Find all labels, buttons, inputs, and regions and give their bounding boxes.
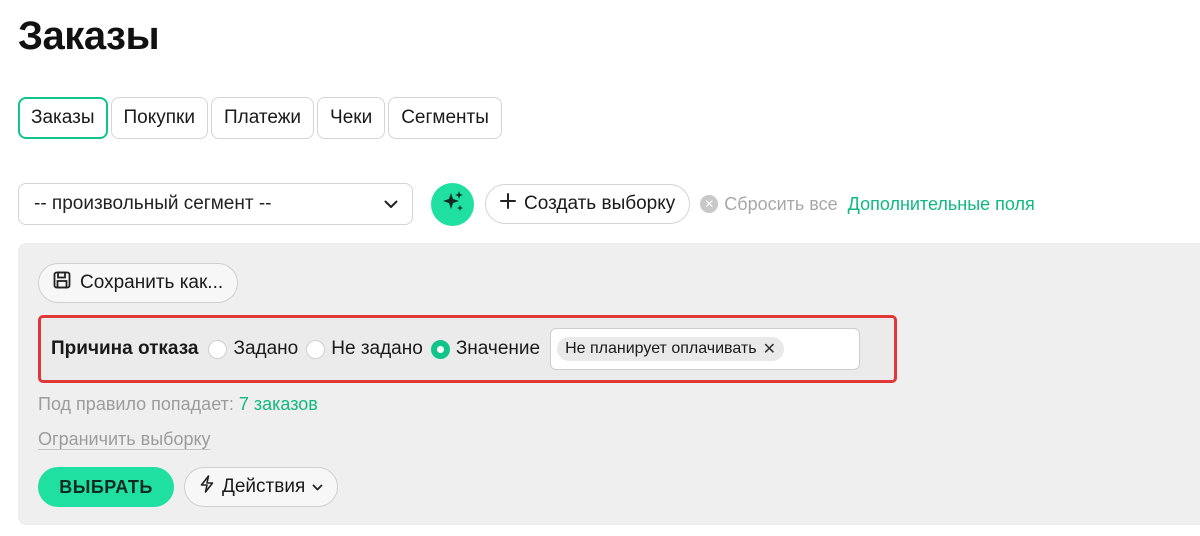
select-button[interactable]: ВЫБРАТЬ <box>38 467 174 507</box>
filter-rule-rejection-reason: Причина отказа Задано Не задано Значение… <box>38 315 897 383</box>
save-as-label: Сохранить как... <box>80 272 224 293</box>
tab-payments[interactable]: Платежи <box>210 97 315 139</box>
rule-label: Причина отказа <box>51 338 199 359</box>
ai-assistant-button[interactable] <box>431 182 474 226</box>
radio-button[interactable] <box>208 339 228 359</box>
chevron-down-icon <box>312 476 323 498</box>
radio-option-value[interactable]: Значение <box>430 338 541 360</box>
radio-option-set[interactable]: Задано <box>208 338 298 360</box>
tab-purchases[interactable]: Покупки <box>110 97 208 139</box>
extra-fields-link[interactable]: Дополнительные поля <box>848 194 1035 215</box>
tab-receipts[interactable]: Чеки <box>317 97 386 139</box>
radio-label: Значение <box>455 338 541 359</box>
value-tag-label: Не планирует оплачивать <box>565 340 757 357</box>
match-info: Под правило попадает: 7 заказов <box>38 394 318 415</box>
actions-button[interactable]: Действия <box>184 467 339 507</box>
page-title: Заказы <box>18 14 160 58</box>
toolbar: -- произвольный сегмент -- Создать выбор… <box>18 182 1035 226</box>
floppy-disk-icon <box>53 271 71 295</box>
segment-select-value: -- произвольный сегмент -- <box>34 193 272 214</box>
radio-label: Не задано <box>331 338 423 359</box>
reset-all-label: Сбросить все <box>724 193 838 214</box>
create-selection-button[interactable]: Создать выборку <box>485 184 691 224</box>
radio-button[interactable] <box>306 339 326 359</box>
clear-icon: ✕ <box>700 195 719 213</box>
create-selection-label: Создать выборку <box>524 193 676 214</box>
sparkles-icon <box>440 189 466 220</box>
chevron-down-icon <box>384 197 398 211</box>
plus-icon <box>500 193 516 215</box>
close-icon[interactable]: ✕ <box>763 339 776 359</box>
value-tag: Не планирует оплачивать ✕ <box>557 337 784 361</box>
lightning-icon <box>199 475 215 499</box>
match-count-link[interactable]: 7 заказов <box>239 394 318 414</box>
segment-select[interactable]: -- произвольный сегмент -- <box>18 183 413 225</box>
filter-panel: Сохранить как... Причина отказа Задано Н… <box>18 243 1200 525</box>
match-info-label: Под правило попадает: <box>38 394 234 414</box>
radio-label: Задано <box>233 338 299 359</box>
value-input[interactable]: Не планирует оплачивать ✕ <box>550 328 861 370</box>
tab-segments[interactable]: Сегменты <box>388 97 502 139</box>
actions-label: Действия <box>222 476 306 497</box>
radio-option-not-set[interactable]: Не задано <box>306 338 423 360</box>
limit-selection-link[interactable]: Ограничить выборку <box>38 429 211 450</box>
save-as-button[interactable]: Сохранить как... <box>38 263 239 303</box>
tab-bar: Заказы Покупки Платежи Чеки Сегменты <box>18 97 502 139</box>
reset-all-button[interactable]: ✕ Сбросить все <box>700 193 838 215</box>
radio-button-checked[interactable] <box>430 339 450 359</box>
tab-orders[interactable]: Заказы <box>18 97 108 139</box>
